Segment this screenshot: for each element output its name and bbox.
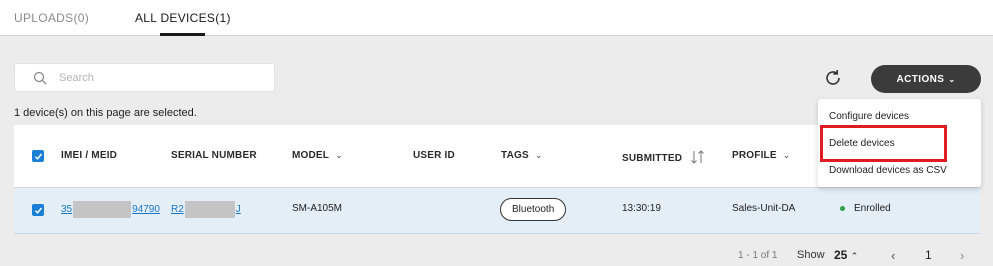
page-size-value: 25	[834, 248, 848, 262]
refresh-icon[interactable]	[822, 67, 844, 89]
chevron-up-icon: ⌃	[850, 251, 859, 261]
row-checkbox[interactable]	[32, 204, 44, 216]
tab-uploads[interactable]: UPLOADS(0)	[14, 11, 89, 25]
imei-suffix: 94790	[132, 204, 160, 216]
page-size-label: Show	[797, 249, 825, 261]
header-user-id[interactable]: USER ID	[413, 150, 455, 161]
header-tags-label: TAGS	[501, 150, 529, 161]
status-cell: Enrolled	[840, 203, 891, 214]
current-page-number[interactable]: 1	[925, 248, 932, 262]
tag-chip[interactable]: Bluetooth	[500, 198, 567, 221]
active-tab-indicator	[160, 33, 205, 36]
profile-cell: Sales-Unit-DA	[732, 203, 796, 214]
sort-icon	[691, 150, 704, 164]
imei-link[interactable]: 35 94790	[61, 201, 160, 218]
submitted-cell: 13:30:19	[622, 203, 661, 214]
status-dot-icon	[840, 205, 845, 211]
highlight-annotation-box	[820, 125, 947, 162]
select-all-checkbox[interactable]	[32, 150, 44, 162]
actions-button[interactable]: ACTIONS ⌄	[871, 65, 981, 93]
chevron-down-icon: ⌄	[948, 74, 956, 84]
header-profile-label: PROFILE	[732, 150, 777, 161]
table-row[interactable]: 35 94790 R2 J SM-A105M Bluetooth 13:30:19 …	[14, 188, 980, 234]
page-size-select[interactable]: 25 ⌃	[834, 248, 858, 262]
menu-item-download-csv[interactable]: Download devices as CSV	[829, 165, 947, 176]
top-tab-bar: UPLOADS(0) ALL DEVICES(1)	[0, 0, 993, 36]
serial-suffix: J	[235, 204, 241, 216]
previous-page-icon[interactable]: ‹	[891, 248, 895, 263]
header-profile[interactable]: PROFILE ⌄	[732, 150, 791, 161]
chevron-down-icon: ⌄	[335, 150, 343, 160]
chevron-down-icon: ⌄	[782, 150, 791, 160]
status-label: Enrolled	[854, 203, 891, 214]
serial-number-link[interactable]: R2 J	[171, 201, 241, 218]
search-input[interactable]	[59, 68, 264, 88]
header-imei[interactable]: IMEI / MEID	[61, 150, 117, 161]
pagination-range: 1 - 1 of 1	[738, 250, 778, 261]
selection-status-text: 1 device(s) on this page are selected.	[14, 107, 197, 119]
header-submitted-label: SUBMITTED	[622, 153, 683, 164]
search-icon	[33, 71, 47, 85]
search-box[interactable]	[14, 63, 275, 92]
menu-item-configure-devices[interactable]: Configure devices	[829, 111, 909, 122]
imei-prefix: 35	[61, 204, 73, 216]
model-cell: SM-A105M	[292, 203, 343, 214]
tab-all-devices[interactable]: ALL DEVICES(1)	[135, 11, 231, 25]
redaction-block	[184, 201, 235, 218]
chevron-down-icon: ⌄	[534, 150, 543, 160]
actions-button-label: ACTIONS	[896, 73, 945, 85]
header-model[interactable]: MODEL ⌄	[292, 150, 343, 161]
next-page-icon[interactable]: ›	[960, 248, 964, 263]
check-icon	[34, 207, 42, 214]
check-icon	[34, 153, 42, 160]
header-model-label: MODEL	[292, 150, 330, 161]
header-submitted[interactable]: SUBMITTED	[622, 150, 706, 164]
header-serial-number[interactable]: SERIAL NUMBER	[171, 150, 257, 161]
redaction-block	[73, 201, 132, 218]
header-tags[interactable]: TAGS ⌄	[501, 150, 543, 161]
serial-prefix: R2	[171, 204, 184, 216]
